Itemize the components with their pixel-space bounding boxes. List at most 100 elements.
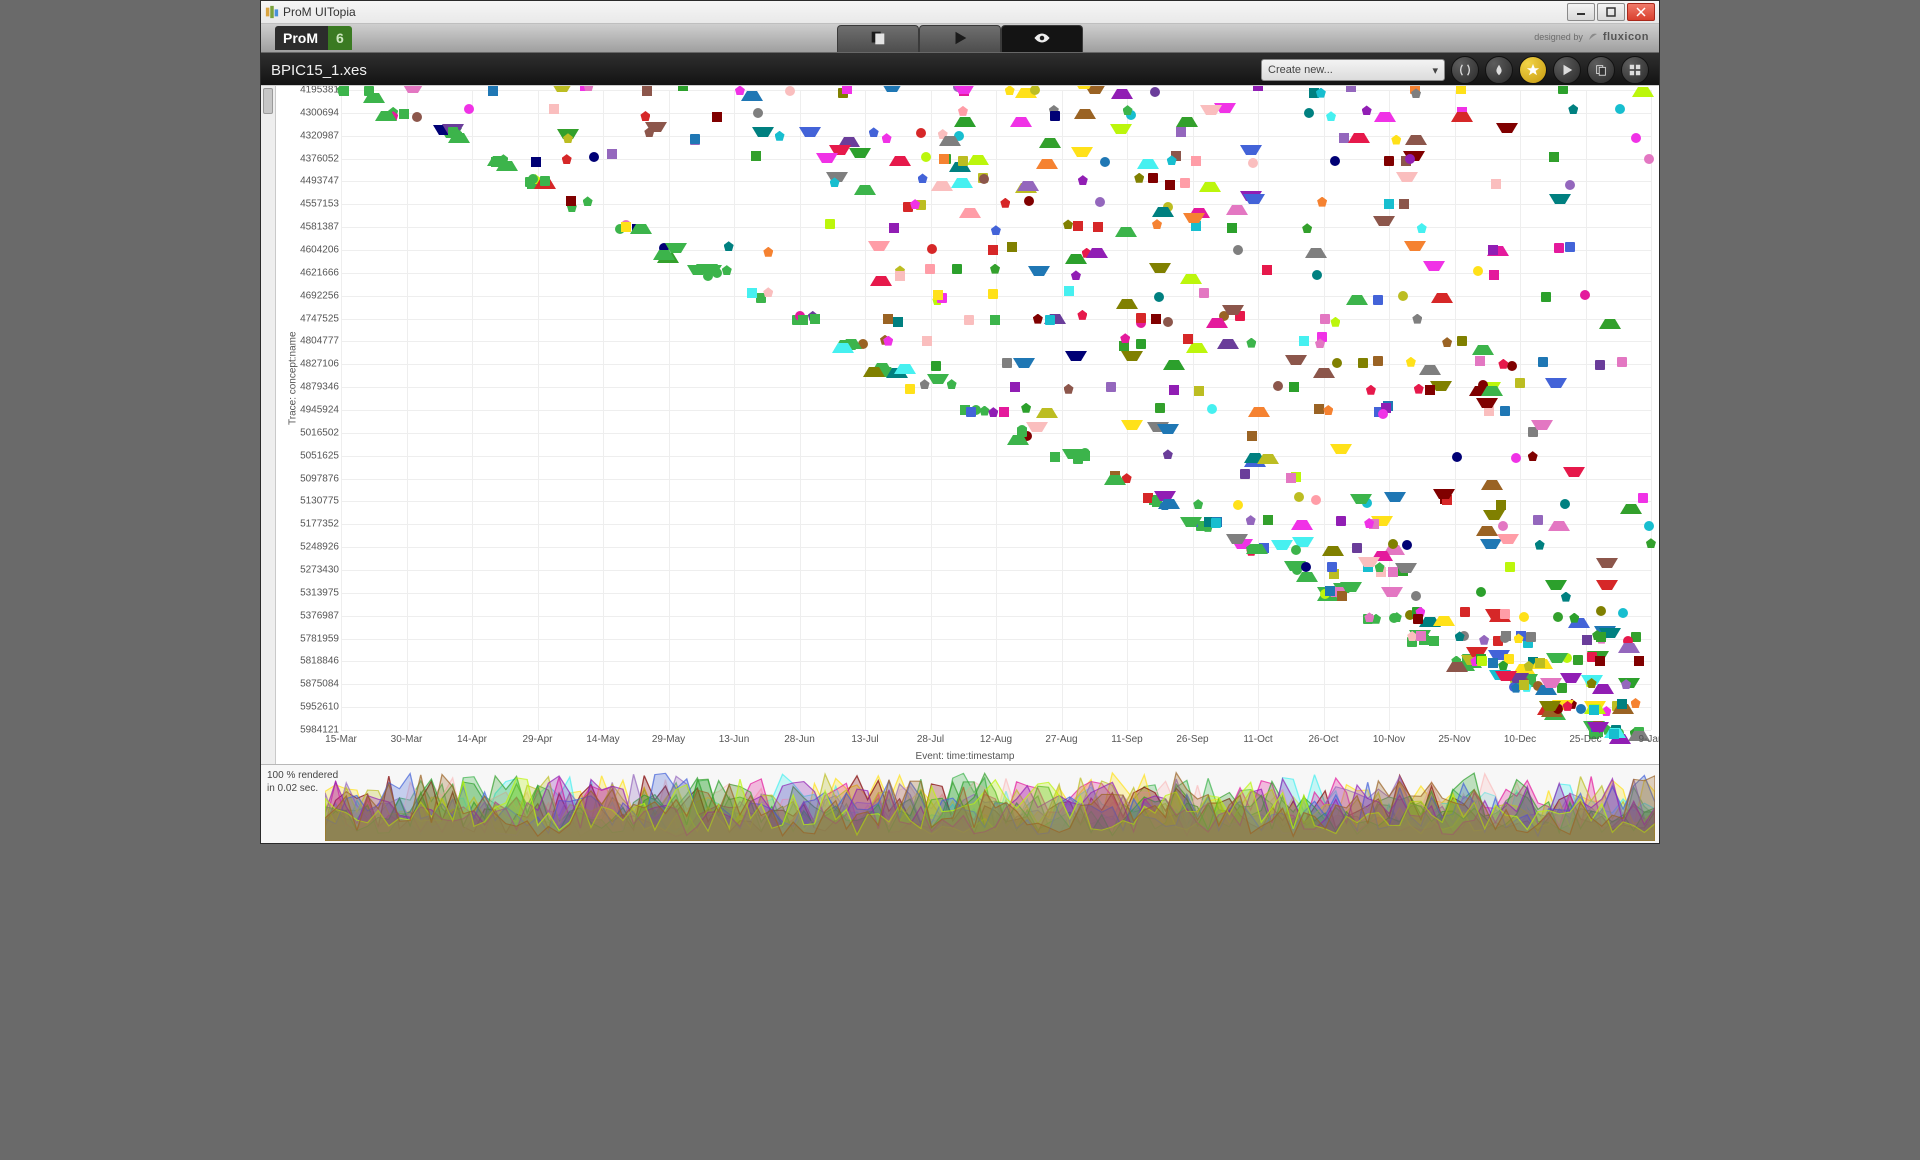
event-marker: [889, 223, 899, 233]
event-marker: [1073, 221, 1083, 231]
event-marker: [630, 214, 652, 234]
event-marker: [747, 288, 757, 298]
parentheses-button[interactable]: [1451, 56, 1479, 84]
tab-view[interactable]: [1001, 25, 1083, 52]
event-marker: [1226, 534, 1248, 554]
event-marker: [1199, 288, 1209, 298]
event-marker: [1176, 107, 1198, 127]
eye-icon: [1033, 29, 1051, 50]
event-marker: [931, 171, 953, 191]
chart-canvas[interactable]: [341, 90, 1651, 730]
event-marker: [958, 156, 968, 166]
vertical-scrollbar[interactable]: [261, 86, 276, 764]
y-tick: 4879346: [295, 382, 339, 393]
overview-panel: 100 % rendered in 0.02 sec.: [261, 764, 1659, 843]
event-marker: [1180, 178, 1190, 188]
favorite-button[interactable]: [1519, 56, 1547, 84]
event-marker: [1396, 172, 1418, 192]
event-marker: [1289, 382, 1299, 392]
event-marker: [869, 127, 879, 137]
event-marker: [1136, 313, 1146, 323]
drop-button[interactable]: [1485, 56, 1513, 84]
event-marker: [375, 101, 397, 121]
event-marker: [1452, 452, 1462, 462]
event-marker: [1320, 314, 1330, 324]
event-marker: [1497, 534, 1519, 554]
event-marker: [1416, 631, 1426, 641]
event-marker: [1063, 219, 1073, 229]
event-marker: [1263, 515, 1273, 525]
event-marker: [1136, 339, 1146, 349]
event-marker: [583, 196, 593, 206]
event-marker: [1405, 154, 1415, 164]
overview-plot[interactable]: [325, 767, 1655, 841]
event-marker: [1305, 238, 1327, 258]
event-marker: [464, 104, 474, 114]
event-marker: [540, 176, 550, 186]
y-axis-ticks: 4195381430069443209874376052449374745571…: [295, 90, 339, 730]
event-marker: [488, 86, 498, 96]
event-marker: [1134, 173, 1144, 183]
grid-button[interactable]: [1621, 56, 1649, 84]
event-marker: [1414, 384, 1424, 394]
event-marker: [1064, 384, 1074, 394]
event-marker: [905, 384, 915, 394]
event-marker: [1373, 356, 1383, 366]
event-marker: [990, 264, 1000, 274]
event-marker: [1373, 216, 1395, 236]
event-marker: [1291, 510, 1313, 530]
run-button[interactable]: [1553, 56, 1581, 84]
render-status-line2: in 0.02 sec.: [267, 783, 318, 794]
event-marker: [531, 157, 541, 167]
event-marker: [1314, 404, 1324, 414]
event-marker: [1384, 492, 1406, 512]
scrollbar-thumb[interactable]: [263, 88, 273, 114]
event-marker: [741, 85, 763, 101]
event-marker: [1496, 123, 1518, 143]
tab-workspace[interactable]: [837, 25, 919, 52]
event-marker: [927, 244, 937, 254]
event-marker: [1111, 85, 1133, 99]
event-marker: [1246, 515, 1256, 525]
designed-by-company: fluxicon: [1603, 31, 1649, 43]
event-marker: [1165, 180, 1175, 190]
event-marker: [1362, 105, 1372, 115]
event-marker: [1545, 580, 1567, 600]
create-new-dropdown[interactable]: Create new... ▾: [1261, 59, 1445, 81]
event-marker: [1399, 199, 1409, 209]
event-marker: [1405, 125, 1427, 145]
event-marker: [1433, 606, 1455, 626]
x-tick: 9-Jan: [1638, 734, 1659, 745]
play-icon: [951, 29, 969, 50]
dotted-chart[interactable]: Trace: concept:name 41953814300694432098…: [275, 86, 1655, 764]
event-marker: [1515, 378, 1525, 388]
event-marker: [1644, 154, 1654, 164]
event-marker: [1286, 473, 1296, 483]
event-marker: [1531, 420, 1553, 440]
maximize-button[interactable]: [1597, 3, 1625, 21]
event-marker: [882, 133, 892, 143]
copy-button[interactable]: [1587, 56, 1615, 84]
event-marker: [1358, 358, 1368, 368]
event-marker: [1596, 580, 1618, 600]
x-tick: 10-Dec: [1504, 734, 1536, 745]
y-tick: 4195381: [295, 85, 339, 96]
event-marker: [678, 85, 688, 91]
window-title: ProM UITopia: [283, 5, 1567, 19]
event-marker: [939, 154, 949, 164]
event-marker: [1121, 351, 1143, 371]
close-button[interactable]: [1627, 3, 1655, 21]
event-marker: [1017, 171, 1039, 191]
app-icon: [265, 5, 279, 19]
minimize-button[interactable]: [1567, 3, 1595, 21]
event-marker: [999, 407, 1009, 417]
event-marker: [1573, 655, 1583, 665]
tab-actions[interactable]: [919, 25, 1001, 52]
event-marker: [1246, 534, 1268, 554]
event-marker: [1163, 317, 1173, 327]
event-marker: [1240, 469, 1250, 479]
y-tick: 4747525: [295, 313, 339, 324]
top-nav: ProM 6 designed by fluxicon: [261, 24, 1659, 53]
event-marker: [1030, 85, 1040, 95]
event-marker: [1644, 521, 1654, 531]
